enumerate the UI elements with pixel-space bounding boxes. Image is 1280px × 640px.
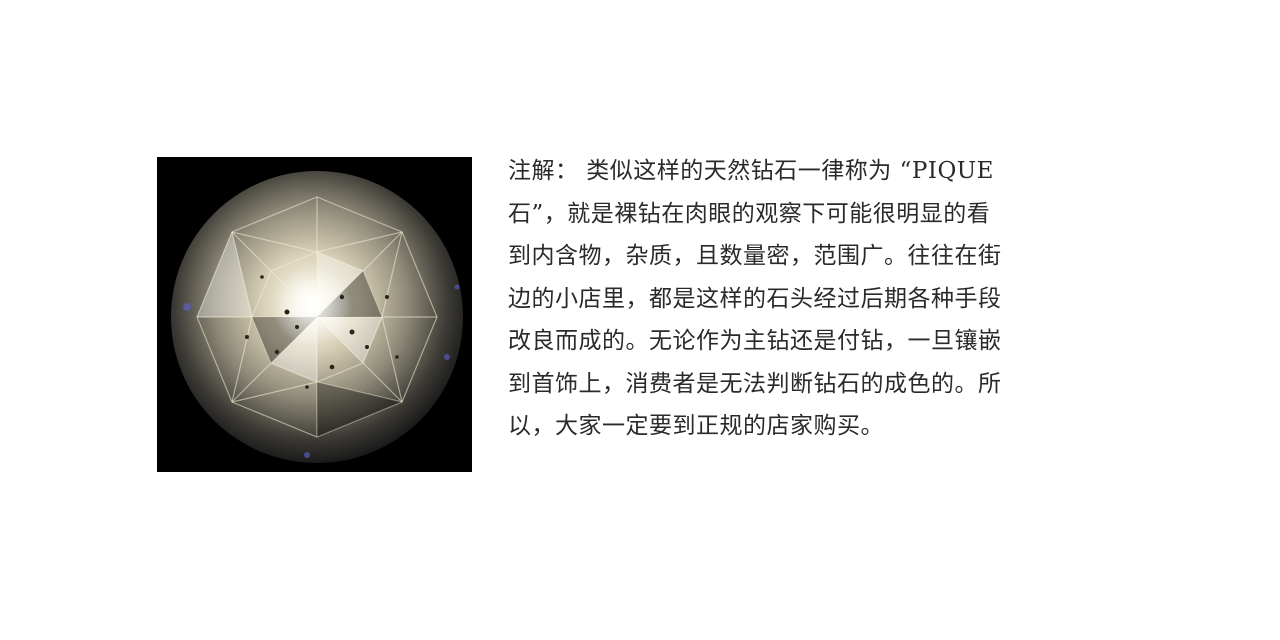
note-line: 以，大家一定要到正规的店家购买。 [508,413,884,439]
note-line: 改良而成的。无论作为主钻还是付钻，一旦镶嵌 [508,328,1002,354]
note-line: 注解： 类似这样的天然钻石一律称为 “PIQUE [508,158,994,184]
diamond-illustration [157,157,472,472]
note-line: 石”，就是裸钻在肉眼的观察下可能很明显的看 [508,200,991,227]
annotation-text: 注解： 类似这样的天然钻石一律称为 “PIQUE 石”，就是裸钻在肉眼的观察下可… [508,150,1028,448]
note-line: 边的小店里，都是这样的石头经过后期各种手段 [508,285,1002,312]
diamond-photo [157,157,472,472]
note-line: 到首饰上，消费者是无法判断钻石的成色的。所 [508,370,1002,397]
note-line: 到内含物，杂质，且数量密，范围广。往往在街 [508,243,1002,269]
